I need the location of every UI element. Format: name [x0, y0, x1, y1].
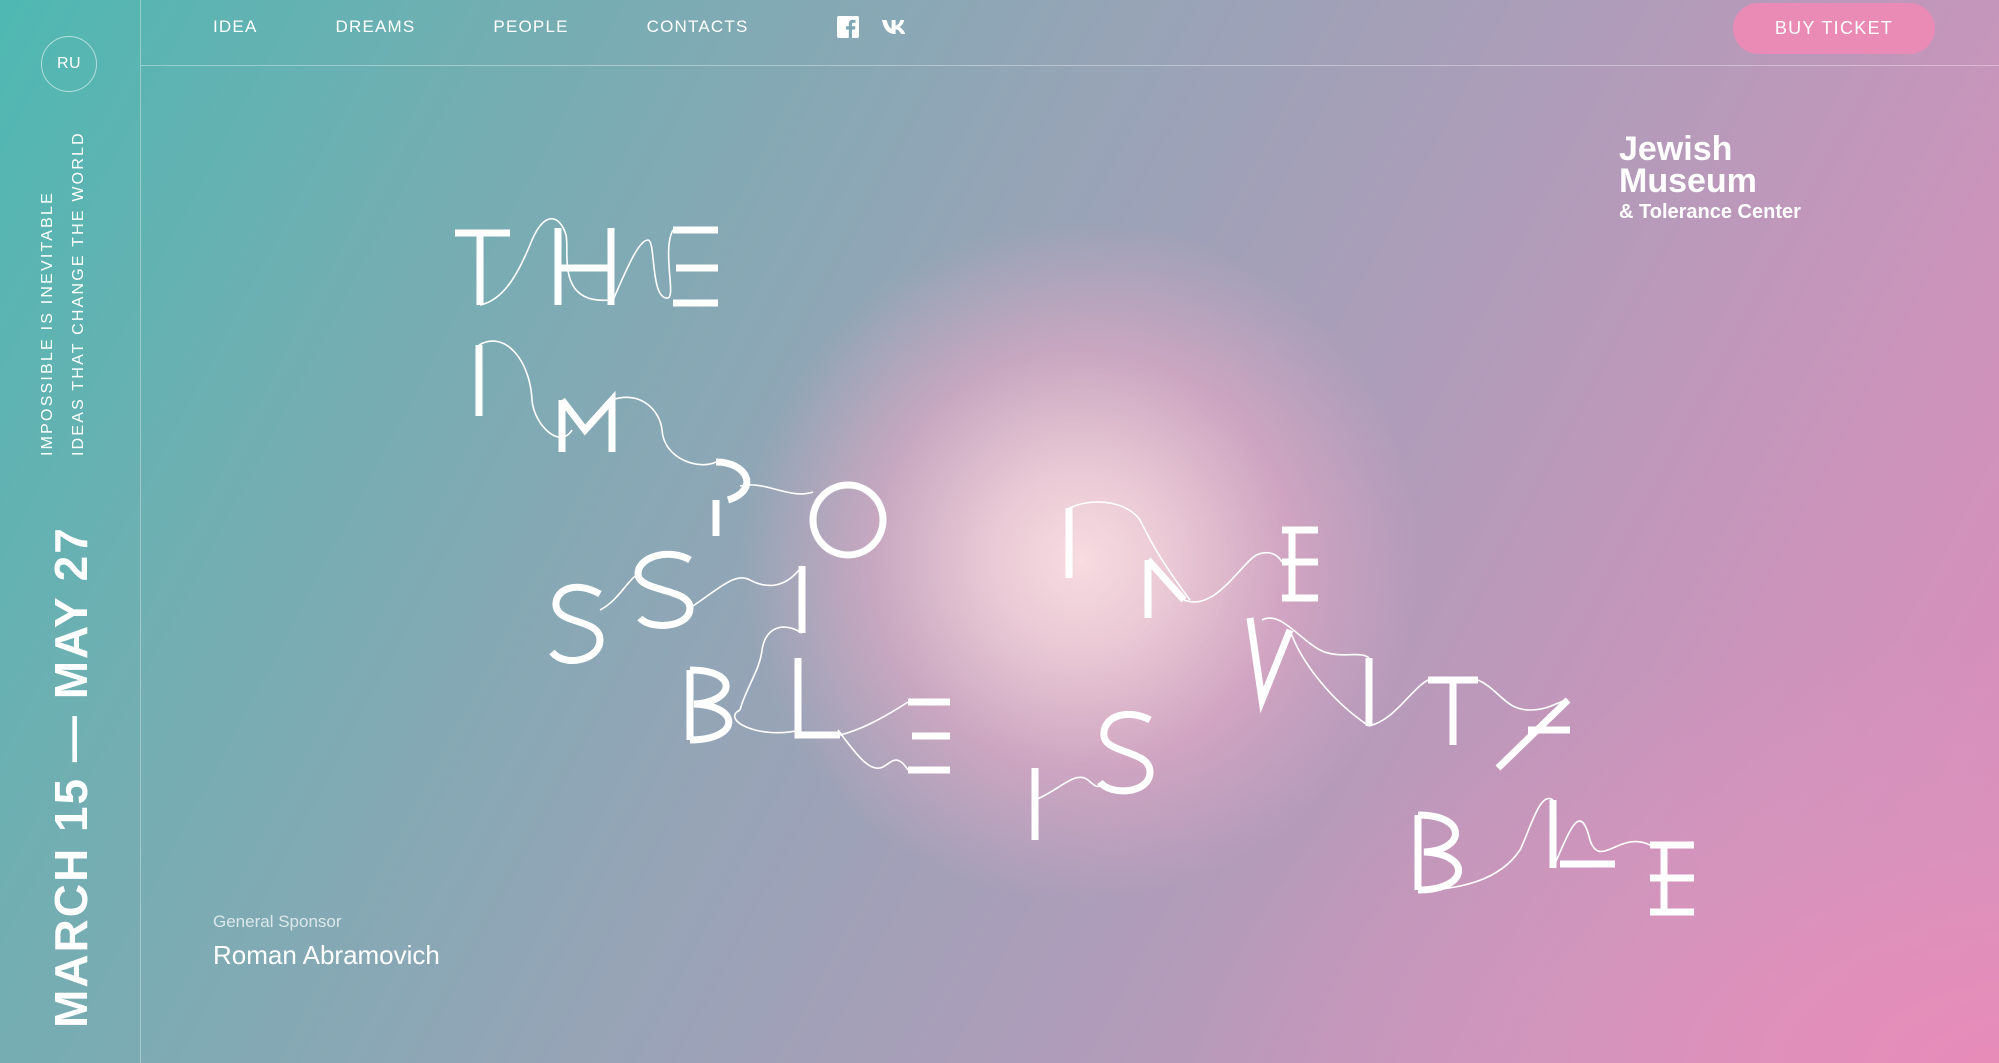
hero-title-artwork — [455, 218, 1694, 916]
sponsor-label: General Sponsor — [213, 912, 342, 931]
sponsor-name[interactable]: Roman Abramovich — [213, 940, 440, 971]
sponsor-block: General Sponsor Roman Abramovich — [213, 912, 440, 971]
scattered-letters — [455, 226, 1694, 916]
